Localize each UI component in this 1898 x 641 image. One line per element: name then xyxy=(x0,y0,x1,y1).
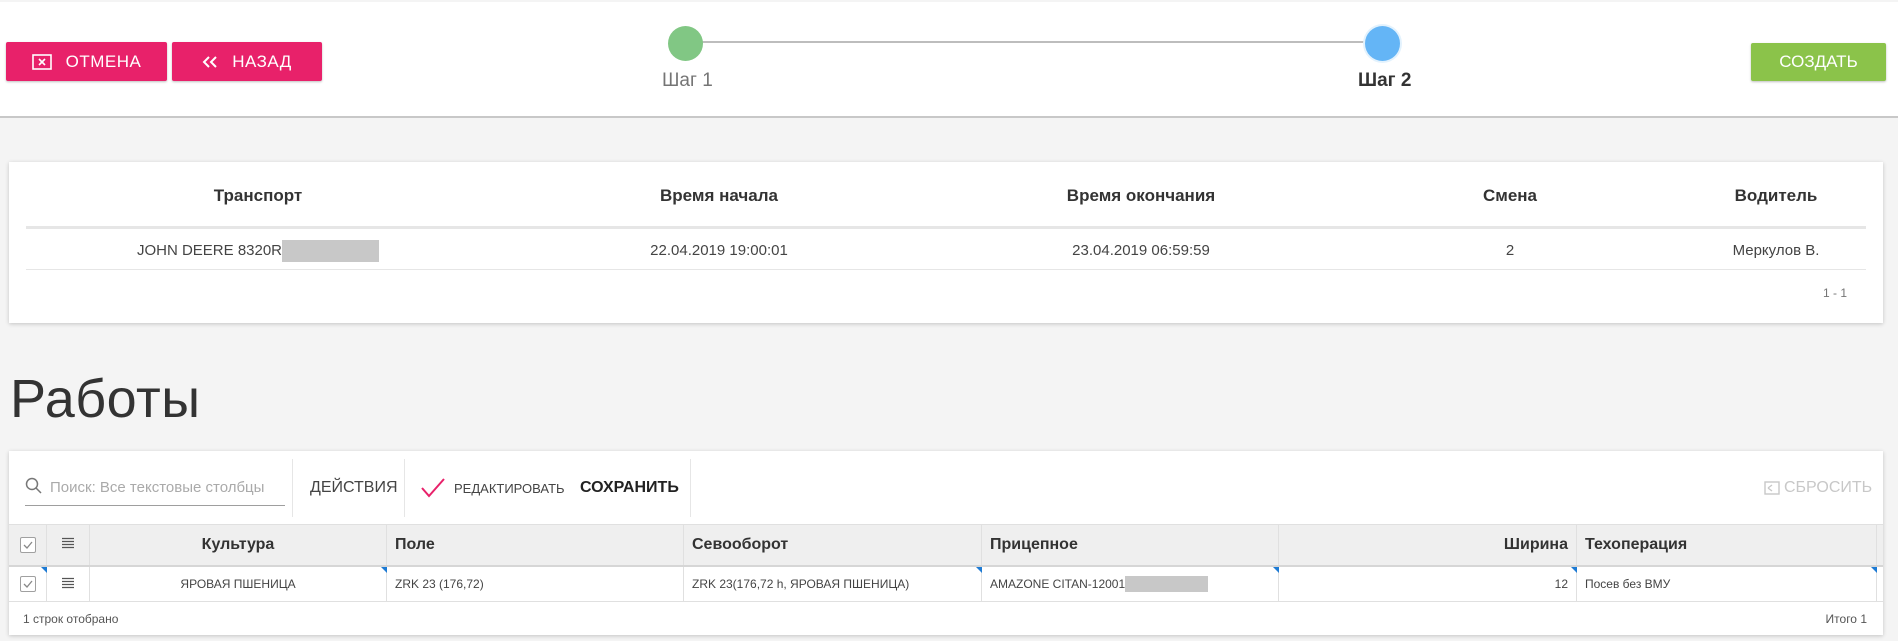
column-header-width[interactable]: Ширина xyxy=(1279,525,1577,565)
checkmark-icon xyxy=(420,477,446,499)
menu-lines-icon[interactable] xyxy=(61,577,75,592)
transport-value: JOHN DEERE 8320R xyxy=(136,242,283,259)
toolbar-divider xyxy=(292,459,293,517)
pagination-info: 1 - 1 xyxy=(1822,286,1847,300)
close-box-icon xyxy=(31,53,52,70)
column-header-transport[interactable]: Транспорт xyxy=(26,162,490,226)
redacted-block xyxy=(282,239,380,262)
culture-cell[interactable]: ЯРОВАЯ ПШЕНИЦА xyxy=(90,567,387,601)
back-button-label: НАЗАД xyxy=(232,51,292,71)
table-row[interactable]: JOHN DEERE 8320R 22.04.2019 19:00:01 23.… xyxy=(26,232,1866,270)
column-header-shift[interactable]: Смена xyxy=(1334,162,1686,226)
transport-table-header: Транспорт Время начала Время окончания С… xyxy=(26,162,1866,229)
row-select-cell[interactable] xyxy=(9,567,47,601)
rotation-cell[interactable]: ZRK 23(176,72 h, ЯРОВАЯ ПШЕНИЦА) xyxy=(684,567,982,601)
column-header-culture[interactable]: Культура xyxy=(90,525,387,565)
back-button[interactable]: НАЗАД xyxy=(172,42,322,81)
transport-card: Транспорт Время начала Время окончания С… xyxy=(9,162,1883,323)
create-button[interactable]: СОЗДАТЬ xyxy=(1751,43,1886,81)
step-2-label: Шаг 2 xyxy=(1358,70,1412,91)
transport-cell: JOHN DEERE 8320R xyxy=(26,232,490,269)
column-header-field[interactable]: Поле xyxy=(387,525,684,565)
select-all-checkbox[interactable] xyxy=(19,537,36,553)
toolbar-divider xyxy=(404,459,405,517)
wizard-header: ОТМЕНА НАЗАД Шаг 1 Шаг 2 СОЗДАТЬ xyxy=(0,2,1898,118)
redacted-block xyxy=(1125,576,1209,592)
search-input[interactable] xyxy=(50,479,275,496)
cancel-button[interactable]: ОТМЕНА xyxy=(6,42,167,81)
reset-icon xyxy=(1764,481,1780,495)
trailer-cell[interactable]: AMAZONE CITAN-12001 xyxy=(982,567,1279,601)
save-button[interactable]: СОХРАНИТЬ xyxy=(580,451,679,525)
shift-cell: 2 xyxy=(1505,242,1515,259)
column-header-start-time[interactable]: Время начала xyxy=(490,162,948,226)
column-header-driver[interactable]: Водитель xyxy=(1686,162,1866,226)
toolbar-divider xyxy=(690,459,691,517)
actions-button[interactable]: ДЕЙСТВИЯ xyxy=(310,451,398,525)
row-checkbox[interactable] xyxy=(19,576,36,592)
cancel-button-label: ОТМЕНА xyxy=(65,51,142,71)
column-header-rotation[interactable]: Севооборот xyxy=(684,525,982,565)
table-row[interactable]: ЯРОВАЯ ПШЕНИЦА ZRK 23 (176,72) ZRK 23(17… xyxy=(9,567,1883,602)
double-chevron-left-icon xyxy=(202,55,218,68)
field-cell[interactable]: ZRK 23 (176,72) xyxy=(387,567,684,601)
width-cell[interactable]: 12 xyxy=(1279,567,1577,601)
column-header-trailer[interactable]: Прицепное xyxy=(982,525,1279,565)
reset-button[interactable]: СБРОСИТЬ xyxy=(1764,451,1872,525)
row-menu-cell[interactable] xyxy=(47,567,90,601)
search-field[interactable] xyxy=(25,470,285,506)
step-2-indicator[interactable] xyxy=(1365,26,1400,61)
operation-cell[interactable]: Посев без ВМУ xyxy=(1577,567,1877,601)
search-icon xyxy=(25,477,42,499)
reset-button-label: СБРОСИТЬ xyxy=(1784,479,1873,496)
edit-button-label: РЕДАКТИРОВАТЬ xyxy=(454,480,565,496)
trailer-value: AMAZONE CITAN-12001 xyxy=(990,577,1126,591)
end-time-cell: 23.04.2019 06:59:59 xyxy=(1072,242,1210,259)
column-header-end-time[interactable]: Время окончания xyxy=(948,162,1334,226)
step-1-label: Шаг 1 xyxy=(662,70,713,91)
rows-total: Итого 1 xyxy=(1825,612,1867,626)
column-header-operation[interactable]: Техоперация xyxy=(1577,525,1877,565)
menu-lines-icon xyxy=(61,536,75,554)
step-1-indicator[interactable] xyxy=(668,26,703,61)
edit-button[interactable]: РЕДАКТИРОВАТЬ xyxy=(420,451,565,525)
select-all-cell[interactable] xyxy=(9,525,47,565)
grid-toolbar: ДЕЙСТВИЯ РЕДАКТИРОВАТЬ СОХРАНИТЬ СБРОСИТ… xyxy=(9,451,1883,525)
rows-selected-count: 1 строк отобрано xyxy=(23,612,119,626)
works-grid-card: ДЕЙСТВИЯ РЕДАКТИРОВАТЬ СОХРАНИТЬ СБРОСИТ… xyxy=(9,451,1883,635)
row-menu-header-cell[interactable] xyxy=(47,525,90,565)
grid-header: Культура Поле Севооборот Прицепное Ширин… xyxy=(9,525,1883,567)
stepper-line xyxy=(686,41,1382,43)
start-time-cell: 22.04.2019 19:00:01 xyxy=(650,242,788,259)
driver-cell: Меркулов В. xyxy=(1732,242,1820,259)
page-title: Работы xyxy=(10,369,201,429)
